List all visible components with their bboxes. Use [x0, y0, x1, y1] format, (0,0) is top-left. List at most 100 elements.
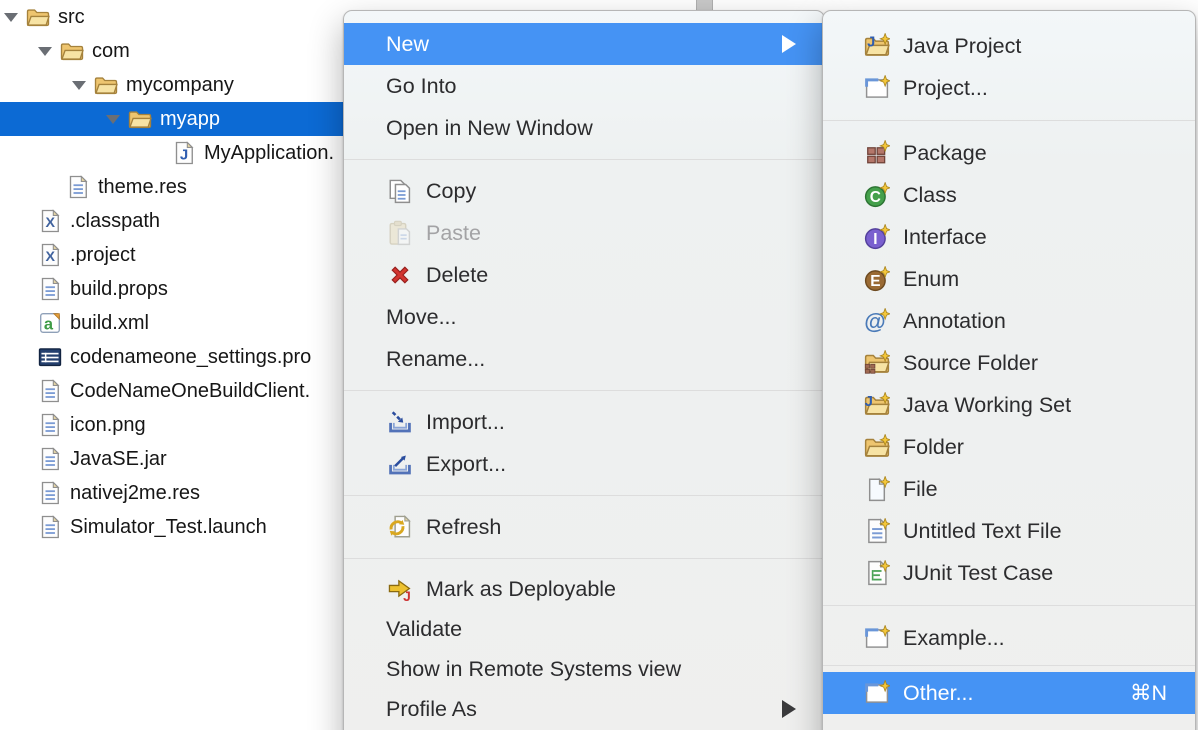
submenu-arrow-icon — [782, 35, 796, 53]
menu-item-show-in-remote-systems-view[interactable]: Show in Remote Systems view — [344, 649, 824, 689]
menu-item-validate[interactable]: Validate — [344, 609, 824, 649]
menu-item-move[interactable]: Move... — [344, 296, 824, 338]
disclosure-triangle-icon[interactable] — [72, 81, 86, 90]
menu-item-rename[interactable]: Rename... — [344, 338, 824, 380]
submenu-item-enum[interactable]: Enum — [823, 258, 1195, 300]
tree-item-project[interactable]: .project — [0, 238, 345, 272]
tree-item-com[interactable]: com — [0, 34, 345, 68]
tree-item-build-xml[interactable]: build.xml — [0, 306, 345, 340]
document-icon — [38, 447, 62, 471]
tree-item-build-props[interactable]: build.props — [0, 272, 345, 306]
tree-item-label: JavaSE.jar — [70, 442, 167, 476]
context-menu: New Go Into Open in New Window Copy Past… — [343, 10, 825, 730]
copy-icon — [386, 178, 413, 205]
tree-item-label: theme.res — [98, 170, 187, 204]
menu-item-mark-as-deployable[interactable]: Mark as Deployable — [344, 569, 824, 609]
menu-separator — [344, 495, 824, 496]
menu-separator — [823, 605, 1195, 606]
submenu-item-source-folder[interactable]: Source Folder — [823, 342, 1195, 384]
menu-separator — [823, 665, 1195, 666]
submenu-item-file[interactable]: File — [823, 468, 1195, 510]
menu-item-profile-as[interactable]: Profile As — [344, 689, 824, 729]
tree-item-mycompany[interactable]: mycompany — [0, 68, 345, 102]
submenu-item-java-project[interactable]: Java Project — [823, 25, 1195, 67]
tree-item-javase-jar[interactable]: JavaSE.jar — [0, 442, 345, 476]
document-icon — [38, 515, 62, 539]
menu-item-open-in-new-window[interactable]: Open in New Window — [344, 107, 824, 149]
package-icon — [863, 140, 890, 167]
new-submenu: Java Project Project... Package Class In… — [822, 10, 1196, 730]
tree-item-label: myapp — [160, 102, 220, 136]
menu-item-go-into[interactable]: Go Into — [344, 65, 824, 107]
submenu-item-folder[interactable]: Folder — [823, 426, 1195, 468]
enum-icon — [863, 266, 890, 293]
menu-separator — [344, 558, 824, 559]
source-folder-icon — [863, 350, 890, 377]
menu-item-copy[interactable]: Copy — [344, 170, 824, 212]
menu-item-refresh[interactable]: Refresh — [344, 506, 824, 548]
new-file-icon — [863, 476, 890, 503]
tree-item-myapplication[interactable]: MyApplication. — [0, 136, 345, 170]
tree-item-label: nativej2me.res — [70, 476, 200, 510]
menu-item-delete[interactable]: Delete — [344, 254, 824, 296]
junit-icon — [863, 560, 890, 587]
tree-item-icon-png[interactable]: icon.png — [0, 408, 345, 442]
document-icon — [66, 175, 90, 199]
submenu-item-example[interactable]: Example... — [823, 617, 1195, 659]
document-icon — [38, 277, 62, 301]
tree-item-label: src — [58, 0, 85, 34]
submenu-item-package[interactable]: Package — [823, 132, 1195, 174]
submenu-item-junit-test-case[interactable]: JUnit Test Case — [823, 552, 1195, 594]
tree-item-label: MyApplication. — [204, 136, 334, 170]
folder-icon — [94, 73, 118, 97]
submenu-item-other[interactable]: Other... ⌘N — [823, 672, 1195, 714]
disclosure-triangle-icon[interactable] — [4, 13, 18, 22]
tree-item-classpath[interactable]: .classpath — [0, 204, 345, 238]
tree-item-theme-res[interactable]: theme.res — [0, 170, 345, 204]
java-project-icon — [863, 33, 890, 60]
new-window-icon — [863, 625, 890, 652]
tree-item-label: build.xml — [70, 306, 149, 340]
new-window-icon — [863, 680, 890, 707]
tree-item-codenameone-buildclient[interactable]: CodeNameOneBuildClient. — [0, 374, 345, 408]
submenu-item-annotation[interactable]: Annotation — [823, 300, 1195, 342]
text-file-icon — [863, 518, 890, 545]
menu-item-export[interactable]: Export... — [344, 443, 824, 485]
document-icon — [38, 413, 62, 437]
document-icon — [38, 481, 62, 505]
properties-table-icon — [38, 345, 62, 369]
eclipse-window: src com mycompany myapp MyApplication. t… — [0, 0, 1198, 730]
java-file-icon — [172, 141, 196, 165]
menu-item-import[interactable]: Import... — [344, 401, 824, 443]
submenu-item-java-working-set[interactable]: Java Working Set — [823, 384, 1195, 426]
tree-item-nativej2me-res[interactable]: nativej2me.res — [0, 476, 345, 510]
menu-item-new[interactable]: New — [344, 23, 824, 65]
tree-item-myapp[interactable]: myapp — [0, 102, 345, 136]
tree-item-label: CodeNameOneBuildClient. — [70, 374, 310, 408]
import-icon — [386, 409, 413, 436]
tree-item-src[interactable]: src — [0, 0, 345, 34]
disclosure-triangle-icon[interactable] — [38, 47, 52, 56]
tree-item-simulator-test-launch[interactable]: Simulator_Test.launch — [0, 510, 345, 544]
paste-icon — [386, 220, 413, 247]
new-window-icon — [863, 75, 890, 102]
export-icon — [386, 451, 413, 478]
delete-icon — [386, 262, 413, 289]
tree-item-label: .project — [70, 238, 136, 272]
tree-item-label: build.props — [70, 272, 168, 306]
interface-icon — [863, 224, 890, 251]
new-folder-icon — [863, 434, 890, 461]
disclosure-triangle-icon[interactable] — [106, 115, 120, 124]
submenu-item-interface[interactable]: Interface — [823, 216, 1195, 258]
folder-icon — [60, 39, 84, 63]
ant-file-icon — [38, 311, 62, 335]
submenu-item-class[interactable]: Class — [823, 174, 1195, 216]
tree-item-codenameone-settings[interactable]: codenameone_settings.pro — [0, 340, 345, 374]
deploy-icon — [386, 576, 413, 603]
submenu-item-untitled-text-file[interactable]: Untitled Text File — [823, 510, 1195, 552]
document-icon — [38, 379, 62, 403]
tree-item-label: icon.png — [70, 408, 146, 442]
refresh-icon — [386, 514, 413, 541]
submenu-item-project[interactable]: Project... — [823, 67, 1195, 109]
package-explorer-tree: src com mycompany myapp MyApplication. t… — [0, 0, 345, 730]
